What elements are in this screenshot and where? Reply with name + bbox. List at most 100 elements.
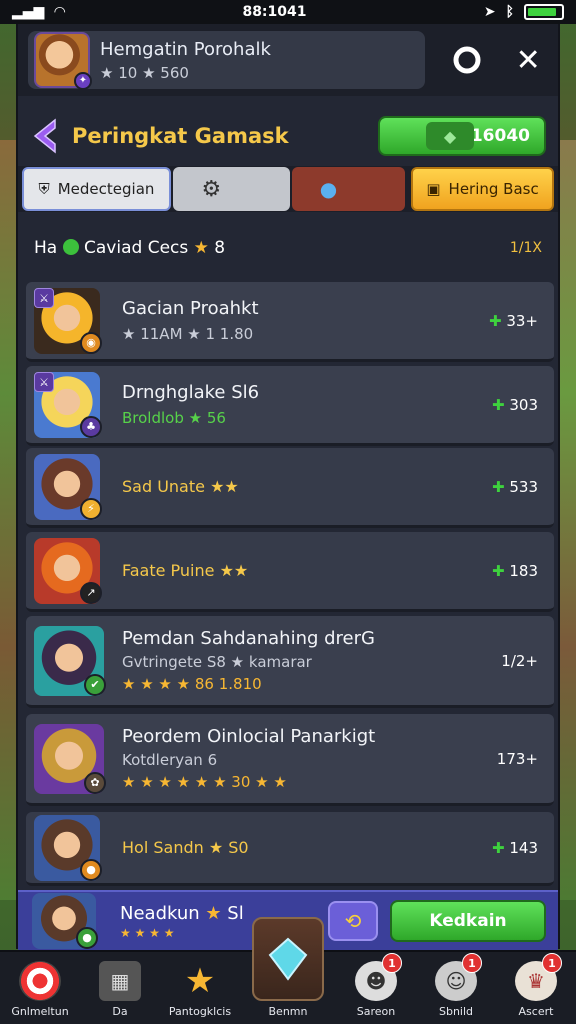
summary-row: Ha Caviad Cecs ★ 8 1/1X — [18, 224, 558, 272]
swap-button[interactable]: ⟲ — [328, 901, 378, 941]
rank-avatar: ↗ — [34, 537, 102, 604]
gem-icon — [252, 917, 324, 1001]
gear-icon: ⚙ — [201, 176, 222, 202]
tab-filter-3[interactable]: ● — [291, 167, 406, 211]
rank-badge-icon: ⚔ — [34, 287, 54, 308]
back-button[interactable] — [30, 116, 60, 156]
currency-value: 16040 — [470, 126, 530, 146]
tab-label: Medectegian — [57, 180, 155, 198]
summary-prefix: Ha — [34, 238, 58, 258]
rank-name: Hol Sandn ★ S0 — [122, 838, 249, 857]
up-arrow-icon: ✚ — [488, 311, 502, 330]
orb-icon: ● — [319, 177, 338, 201]
star-icon: ★ — [193, 238, 209, 258]
signal-icon: ▂▄▆ — [12, 4, 45, 20]
ranking-row[interactable]: ✿ Peordem Oinlocial Panarkigt Kotdleryan… — [26, 714, 554, 806]
profile-card[interactable]: ✦ Hemgatin Porohalk ★ 10 ★ 560 — [28, 31, 425, 90]
nav-item-1[interactable]: ▦ Da — [84, 961, 156, 1018]
notification-badge: 1 — [382, 953, 402, 973]
rank-stars: ★ ★ ★ ★ 86 1.810 — [122, 675, 262, 693]
notification-badge: 1 — [542, 953, 562, 973]
rank-avatar: ⚡ — [34, 453, 102, 520]
tab-filter-4[interactable]: ▣ Hering Basc — [411, 167, 555, 211]
emblem-icon: ↗ — [80, 581, 102, 604]
chest-icon: ▣ — [426, 180, 441, 198]
close-button[interactable]: ✕ — [508, 40, 548, 80]
title-bar: Peringkat Gamask ◆ 16040 — [18, 104, 558, 168]
rank-avatar: ⚔ ♣ — [34, 371, 102, 438]
rank-name: Peordem Oinlocial Panarkigt — [122, 726, 376, 747]
profile-stats: ★ 10 ★ 560 — [100, 63, 189, 82]
emblem-icon: ✿ — [84, 771, 106, 794]
rank-score: ✚ 183 — [492, 561, 538, 580]
rank-name: Faate Puine ★★ — [122, 561, 249, 580]
nav-item-6[interactable]: ♛ 1 Ascert — [500, 953, 572, 1018]
ranking-row[interactable]: ⚔ ◉ Gacian Proahkt ★ 11AM ★ 1 1.80 ✚ 33+ — [26, 282, 554, 362]
ranking-row[interactable]: ✔ Pemdan Sahdanahing drerG Gvtringete S8… — [26, 616, 554, 708]
status-bar: ▂▄▆ ◠ 88:1041 ➤ ᛒ — [0, 0, 576, 24]
rank-avatar: ● — [34, 814, 102, 881]
rank-name: Drnghglake Sl6 — [122, 382, 260, 403]
ranking-row[interactable]: ⚡ Sad Unate ★★ ✚ 533 — [26, 448, 554, 528]
summary-right: 1/1X — [509, 240, 542, 256]
up-arrow-icon: ✚ — [492, 477, 505, 496]
up-arrow-icon: ✚ — [492, 561, 505, 580]
shield-icon: ⛨ — [38, 180, 50, 198]
rank-score: ✚ 303 — [492, 395, 538, 414]
bottom-nav: Gnlmeltun ▦ Da ★ Pantogklcis Benmn ☻ 1 S… — [0, 917, 576, 1024]
rank-score: ✚ 533 — [492, 477, 538, 496]
filter-tabs: ⛨ Medectegian ⚙ ● ▣ Hering Basc — [18, 166, 558, 212]
claim-button[interactable]: Kedkain — [390, 900, 546, 942]
profile-name: Hemgatin Porohalk — [100, 38, 271, 60]
rank-score: ✚ 143 — [492, 838, 538, 857]
rank-avatar: ✿ — [34, 723, 106, 794]
close-icon: ✕ — [515, 42, 541, 78]
location-icon: ➤ — [483, 4, 496, 20]
rank-sub: Broldlob ★ 56 — [122, 409, 226, 427]
rank-badge-icon: ⚔ — [34, 371, 54, 392]
rank-score: 1/2+ — [501, 651, 538, 670]
player-avatar: ✦ — [34, 32, 92, 90]
rank-stars: ★ ★ ★ ★ ★ ★ 30 ★ ★ — [122, 773, 287, 791]
emblem-icon: ◉ — [80, 331, 102, 354]
up-arrow-icon: ✚ — [492, 838, 505, 857]
nav-item-5[interactable]: ☺ 1 Sbnild — [420, 953, 492, 1018]
nav-item-0[interactable]: Gnlmeltun — [4, 961, 76, 1018]
currency-button[interactable]: ◆ 16040 — [378, 116, 546, 156]
nav-item-2[interactable]: ★ Pantogklcis — [164, 961, 236, 1018]
ring-icon — [453, 46, 480, 74]
wifi-icon: ◠ — [54, 4, 66, 20]
emblem-icon: ⚡ — [80, 497, 102, 520]
target-icon — [19, 961, 61, 1001]
tab-filter-1[interactable]: ⛨ Medectegian — [22, 167, 171, 211]
green-orb-icon — [62, 239, 79, 255]
box-icon: ▦ — [99, 961, 141, 1001]
page-title: Peringkat Gamask — [72, 124, 289, 148]
ranking-row[interactable]: ⚔ ♣ Drnghglake Sl6 Broldlob ★ 56 ✚ 303 — [26, 366, 554, 446]
gem-currency-icon: ◆ — [426, 122, 474, 150]
status-time: 88:1041 — [242, 4, 307, 20]
player-star-value: Sl — [227, 902, 244, 924]
rank-sub: Gvtringete S8 ★ kamarar — [122, 653, 312, 671]
summary-star-value: 8 — [214, 238, 226, 258]
level-badge-icon: ✦ — [74, 72, 92, 90]
up-arrow-icon: ✚ — [492, 395, 505, 414]
nav-item-3[interactable]: Benmn — [244, 917, 332, 1018]
profile-header: ✦ Hemgatin Porohalk ★ 10 ★ 560 ✕ — [18, 24, 558, 96]
rank-name: Sad Unate ★★ — [122, 477, 239, 496]
ranking-row[interactable]: ↗ Faate Puine ★★ ✚ 183 — [26, 532, 554, 612]
nav-item-4[interactable]: ☻ 1 Sareon — [340, 953, 412, 1018]
rank-avatar: ✔ — [34, 625, 106, 696]
player-stars: ★ ★ ★ ★ — [120, 925, 175, 940]
rank-avatar: ● — [32, 893, 98, 949]
bluetooth-icon: ᛒ — [505, 4, 514, 20]
tab-label: Hering Basc — [448, 180, 539, 198]
background-scenery-right — [558, 140, 576, 900]
ranking-row[interactable]: ● Hol Sandn ★ S0 ✚ 143 — [26, 812, 554, 886]
rank-name: Gacian Proahkt — [122, 298, 259, 319]
tab-filter-2[interactable]: ⚙ — [172, 167, 290, 211]
emblem-icon: ● — [80, 858, 102, 881]
settings-button[interactable] — [447, 40, 487, 80]
player-name: Neadkun — [120, 902, 200, 924]
emblem-icon: ✔ — [84, 673, 106, 696]
